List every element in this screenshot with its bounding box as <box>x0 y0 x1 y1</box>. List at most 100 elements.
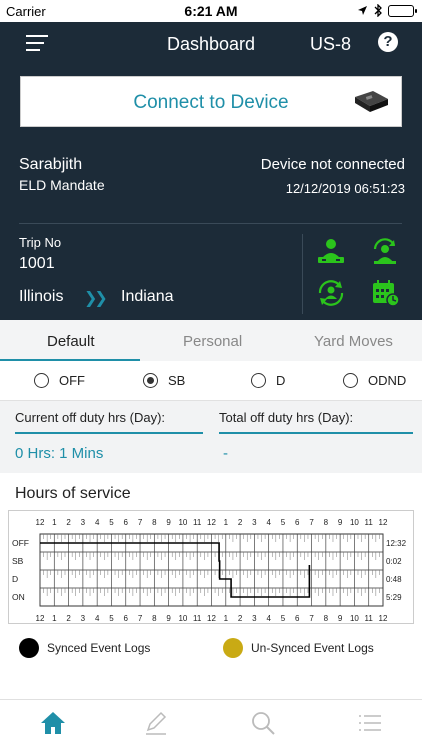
radio-d-indicator <box>251 373 266 388</box>
total-off-duty-value: - <box>223 445 228 462</box>
hos-hour-label-top: 3 <box>81 518 86 527</box>
status-bar: Carrier 6:21 AM <box>0 0 422 22</box>
hos-hour-label-bottom: 6 <box>295 614 300 623</box>
trip-origin: Illinois <box>19 288 64 305</box>
radio-d-label: D <box>276 373 286 388</box>
hos-hour-label-top: 5 <box>109 518 114 527</box>
hos-hour-label-top: 11 <box>193 518 202 527</box>
trip-destination: Indiana <box>121 288 174 305</box>
hos-row-label: ON <box>12 592 25 602</box>
hos-row-total: 0:48 <box>386 575 402 584</box>
tab-yard-moves[interactable]: Yard Moves <box>314 333 393 350</box>
hos-hour-label-bottom: 9 <box>166 614 171 623</box>
legend-unsynced: Un-Synced Event Logs <box>223 638 374 658</box>
hos-hour-label-top: 12 <box>379 518 388 527</box>
current-off-duty-underline <box>15 432 203 434</box>
hos-hour-label-top: 9 <box>338 518 343 527</box>
current-off-duty-value: 0 Hrs: 1 Mins <box>15 445 104 462</box>
codriver-refresh-icon[interactable] <box>370 236 400 266</box>
list-icon[interactable] <box>356 710 382 736</box>
driver-panel: Connect to Device Sarabjith ELD Mandate … <box>0 66 422 320</box>
hos-hour-label-top: 1 <box>224 518 229 527</box>
connect-device-button[interactable]: Connect to Device <box>20 76 402 127</box>
tab-personal[interactable]: Personal <box>183 333 242 350</box>
radio-off-label: OFF <box>59 373 85 388</box>
radio-off[interactable]: OFF <box>34 373 85 388</box>
hos-hour-label-top: 4 <box>266 518 271 527</box>
legend-synced-label: Synced Event Logs <box>47 641 151 655</box>
hos-hour-label-bottom: 3 <box>252 614 257 623</box>
hos-hour-label-top: 6 <box>124 518 129 527</box>
driver-name: Sarabjith <box>19 156 83 173</box>
driver-switch-icon[interactable] <box>316 236 346 266</box>
battery-icon <box>388 4 417 17</box>
hos-hour-label-top: 12 <box>36 518 45 527</box>
hos-graph: 12 12 1 1 2 2 3 3 4 4 5 5 6 6 7 7 8 8 9 9 10 10 11 11 12 12 1 1 2 2 3 3… <box>8 510 414 624</box>
hos-hour-label-top: 8 <box>152 518 157 527</box>
radio-sb-indicator <box>143 373 158 388</box>
hos-hour-label-top: 4 <box>95 518 100 527</box>
legend-synced: Synced Event Logs <box>19 638 150 658</box>
home-icon[interactable] <box>40 710 66 736</box>
hos-hour-label-bottom: 4 <box>95 614 100 623</box>
radio-odnd[interactable]: ODND <box>343 373 406 388</box>
hos-hour-label-bottom: 6 <box>124 614 129 623</box>
total-off-duty-underline <box>219 432 413 434</box>
hos-hour-label-bottom: 2 <box>238 614 243 623</box>
calendar-clock-icon[interactable] <box>370 278 400 308</box>
hos-row-total: 12:32 <box>386 539 407 548</box>
hos-hour-label-top: 10 <box>178 518 187 527</box>
legend-unsynced-label: Un-Synced Event Logs <box>251 641 374 655</box>
hos-hour-label-top: 2 <box>238 518 243 527</box>
hos-hour-label-bottom: 5 <box>281 614 286 623</box>
radio-d[interactable]: D <box>251 373 285 388</box>
bottom-tab-bar <box>0 699 422 750</box>
hos-title: Hours of service <box>15 485 131 502</box>
divider <box>19 223 402 224</box>
hos-hour-label-top: 3 <box>252 518 257 527</box>
hos-row-label: D <box>12 574 18 584</box>
hos-row-label: SB <box>12 556 24 566</box>
hos-hour-label-bottom: 2 <box>66 614 71 623</box>
hos-hour-label-top: 11 <box>365 518 374 527</box>
radio-sb-label: SB <box>168 373 186 388</box>
hos-hour-label-top: 8 <box>324 518 329 527</box>
nav-bar: Dashboard US-8 ? <box>0 22 422 66</box>
hos-hour-label-bottom: 1 <box>52 614 57 623</box>
hos-hour-label-top: 10 <box>350 518 359 527</box>
hos-grid-svg: 1212112233445566778899101011111212112233… <box>12 518 407 623</box>
radio-odnd-indicator <box>343 373 358 388</box>
device-datetime: 12/12/2019 06:51:23 <box>285 181 405 196</box>
connect-device-label: Connect to Device <box>133 92 289 113</box>
edit-icon[interactable] <box>143 710 169 736</box>
hos-hour-label-top: 2 <box>66 518 71 527</box>
radio-odnd-label: ODND <box>368 373 407 388</box>
hos-hour-label-bottom: 3 <box>81 614 86 623</box>
help-icon[interactable]: ? <box>378 32 398 52</box>
device-status: Device not connected <box>260 156 405 173</box>
hos-hour-label-bottom: 10 <box>350 614 359 623</box>
radio-off-indicator <box>34 373 49 388</box>
double-chevron-icon: ❯❯ <box>84 290 108 307</box>
hos-hour-label-top: 12 <box>207 518 216 527</box>
hos-hour-label-bottom: 12 <box>379 614 388 623</box>
radio-sb[interactable]: SB <box>143 373 185 388</box>
sync-driver-icon[interactable] <box>316 278 346 308</box>
tab-default[interactable]: Default <box>47 333 95 350</box>
tab-bar: Default Personal Yard Moves <box>0 320 422 361</box>
hos-hour-label-top: 7 <box>309 518 314 527</box>
hos-row-total: 0:02 <box>386 557 402 566</box>
unsynced-dot-icon <box>223 638 243 658</box>
hos-hour-label-bottom: 7 <box>138 614 143 623</box>
bluetooth-icon <box>374 4 382 17</box>
search-icon[interactable] <box>250 710 276 736</box>
trip-label: Trip No <box>19 235 62 250</box>
hos-hour-label-bottom: 12 <box>36 614 45 623</box>
hos-hour-label-bottom: 11 <box>193 614 202 623</box>
ruleset-label[interactable]: US-8 <box>310 34 351 55</box>
hos-hour-label-top: 5 <box>281 518 286 527</box>
hos-hour-label-bottom: 8 <box>152 614 157 623</box>
hos-hour-label-bottom: 4 <box>266 614 271 623</box>
page-title: Dashboard <box>166 34 256 54</box>
eld-device-icon <box>355 91 388 112</box>
